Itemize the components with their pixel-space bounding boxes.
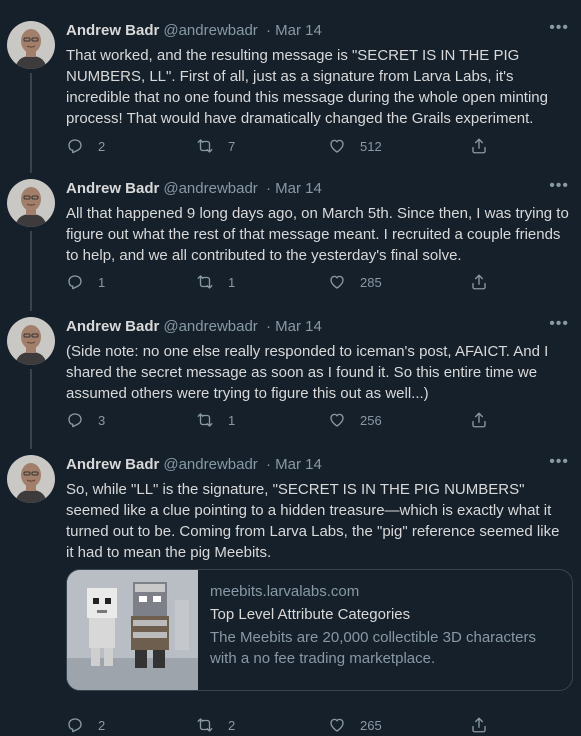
card-description: The Meebits are 20,000 collectible 3D ch… — [210, 629, 537, 667]
tweet-actions: 3 1 256 — [66, 411, 566, 431]
reply-icon — [66, 411, 84, 429]
tweet-text: (Side note: no one else really responded… — [66, 343, 549, 402]
tweet-header: Andrew Badr @andrewbadr · Mar 14 — [66, 317, 322, 337]
card-title: Top Level Attribute Categories — [210, 606, 411, 623]
like-count: 265 — [360, 717, 382, 733]
more-icon[interactable]: ••• — [549, 315, 569, 333]
reply-count: 2 — [98, 717, 106, 733]
more-icon[interactable]: ••• — [549, 19, 569, 37]
reply-button[interactable]: 3 — [66, 411, 105, 429]
like-button[interactable]: 265 — [328, 716, 382, 734]
tweet-date[interactable]: · Mar 14 — [266, 456, 322, 473]
more-icon[interactable]: ••• — [549, 453, 569, 471]
share-icon — [470, 273, 488, 291]
retweet-count: 1 — [228, 412, 236, 428]
retweet-button[interactable]: 1 — [196, 411, 235, 429]
retweet-button[interactable]: 7 — [196, 137, 235, 155]
thread-line — [30, 231, 32, 311]
card-image — [67, 570, 198, 690]
share-icon — [470, 411, 488, 429]
retweet-count: 1 — [228, 274, 236, 290]
reply-button[interactable]: 2 — [66, 716, 105, 734]
author-name[interactable]: Andrew Badr — [66, 318, 159, 335]
avatar[interactable] — [7, 317, 55, 365]
like-count: 256 — [360, 412, 382, 428]
like-count: 512 — [360, 138, 382, 154]
reply-button[interactable]: 2 — [66, 137, 105, 155]
tweet-actions: 2 2 265 — [66, 716, 566, 736]
share-button[interactable] — [470, 411, 488, 429]
retweet-icon — [196, 716, 214, 734]
tweet-date[interactable]: · Mar 14 — [266, 180, 322, 197]
retweet-icon — [196, 137, 214, 155]
reply-icon — [66, 716, 84, 734]
card-text: meebits.larvalabs.com Top Level Attribut… — [210, 582, 560, 669]
retweet-icon — [196, 273, 214, 291]
avatar[interactable] — [7, 179, 55, 227]
retweet-button[interactable]: 2 — [196, 716, 235, 734]
reply-count: 2 — [98, 138, 106, 154]
thread-line — [30, 73, 32, 173]
share-button[interactable] — [470, 273, 488, 291]
heart-icon — [328, 716, 346, 734]
more-icon[interactable]: ••• — [549, 177, 569, 195]
tweet-text: All that happened 9 long days ago, on Ma… — [66, 205, 569, 264]
heart-icon — [328, 411, 346, 429]
like-count: 285 — [360, 274, 382, 290]
tweet-actions: 2 7 512 — [66, 137, 566, 157]
tweet-date[interactable]: · Mar 14 — [266, 22, 322, 39]
retweet-icon — [196, 411, 214, 429]
share-icon — [470, 716, 488, 734]
tweet-header: Andrew Badr @andrewbadr · Mar 14 — [66, 179, 322, 199]
retweet-count: 7 — [228, 138, 236, 154]
reply-count: 1 — [98, 274, 106, 290]
thread-line — [30, 369, 32, 449]
author-handle[interactable]: @andrewbadr — [163, 456, 257, 473]
card-domain: meebits.larvalabs.com — [210, 583, 360, 600]
share-button[interactable] — [470, 716, 488, 734]
share-button[interactable] — [470, 137, 488, 155]
share-icon — [470, 137, 488, 155]
tweet-text: That worked, and the resulting message i… — [66, 47, 548, 127]
author-handle[interactable]: @andrewbadr — [163, 22, 257, 39]
reply-icon — [66, 137, 84, 155]
tweet-header: Andrew Badr @andrewbadr · Mar 14 — [66, 455, 322, 475]
avatar[interactable] — [7, 21, 55, 69]
tweet-actions: 1 1 285 — [66, 273, 566, 293]
tweet-date[interactable]: · Mar 14 — [266, 318, 322, 335]
like-button[interactable]: 256 — [328, 411, 382, 429]
heart-icon — [328, 137, 346, 155]
tweet-header: Andrew Badr @andrewbadr · Mar 14 — [66, 21, 322, 41]
author-handle[interactable]: @andrewbadr — [163, 180, 257, 197]
like-button[interactable]: 512 — [328, 137, 382, 155]
link-card[interactable]: meebits.larvalabs.com Top Level Attribut… — [66, 569, 573, 691]
reply-button[interactable]: 1 — [66, 273, 105, 291]
author-name[interactable]: Andrew Badr — [66, 22, 159, 39]
retweet-count: 2 — [228, 717, 236, 733]
author-name[interactable]: Andrew Badr — [66, 180, 159, 197]
avatar[interactable] — [7, 455, 55, 503]
reply-count: 3 — [98, 412, 106, 428]
like-button[interactable]: 285 — [328, 273, 382, 291]
author-handle[interactable]: @andrewbadr — [163, 318, 257, 335]
retweet-button[interactable]: 1 — [196, 273, 235, 291]
tweet-text: So, while "LL" is the signature, "SECRET… — [66, 481, 560, 561]
heart-icon — [328, 273, 346, 291]
reply-icon — [66, 273, 84, 291]
author-name[interactable]: Andrew Badr — [66, 456, 159, 473]
